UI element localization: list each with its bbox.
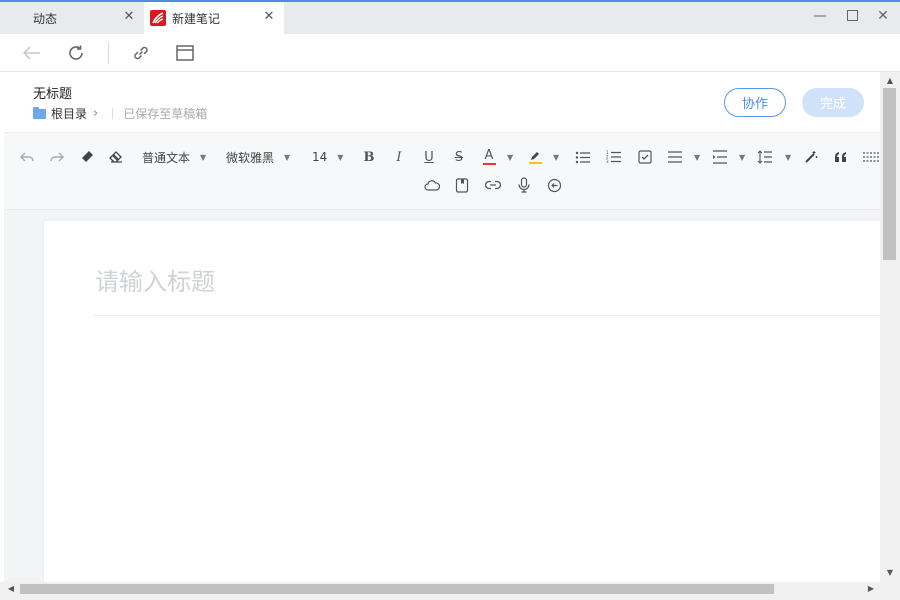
italic-button[interactable]: I <box>390 147 408 167</box>
align-icon[interactable] <box>666 147 684 167</box>
close-window-icon[interactable]: ✕ <box>873 6 893 26</box>
svg-text:3: 3 <box>606 159 609 164</box>
chevron-down-icon[interactable]: ▼ <box>553 153 559 162</box>
hyperlink-icon[interactable] <box>483 175 503 195</box>
strikethrough-button[interactable]: S <box>450 147 468 167</box>
nav-bar <box>0 34 900 72</box>
bold-button[interactable]: B <box>360 147 378 167</box>
chevron-down-icon: ▼ <box>200 152 207 162</box>
notebook-icon[interactable] <box>452 175 472 195</box>
numbered-list-icon[interactable]: 123 <box>605 147 623 167</box>
vertical-scroll-thumb[interactable] <box>883 88 896 260</box>
note-title-input[interactable] <box>95 262 875 302</box>
format-painter-icon[interactable] <box>78 147 96 167</box>
refresh-icon[interactable] <box>65 42 87 64</box>
microphone-icon[interactable] <box>514 175 534 195</box>
bottom-edge <box>0 596 900 600</box>
scroll-right-icon[interactable]: ▶ <box>864 582 878 596</box>
highlight-button[interactable] <box>526 147 544 167</box>
font-family-select[interactable]: 微软雅黑 ▼ <box>226 147 290 167</box>
chevron-down-icon[interactable]: ▼ <box>694 153 700 162</box>
history-icon[interactable] <box>544 175 564 195</box>
folder-name[interactable]: 根目录 <box>51 105 87 122</box>
divider-line-icon[interactable] <box>862 147 880 167</box>
cloud-icon[interactable] <box>422 175 442 195</box>
font-size-select[interactable]: 14 ▼ <box>312 147 343 167</box>
undo-icon[interactable] <box>18 147 36 167</box>
close-icon[interactable]: ✕ <box>122 10 136 24</box>
highlight-swatch <box>528 162 542 164</box>
chevron-right-icon[interactable]: › <box>93 106 98 121</box>
line-height-icon[interactable] <box>756 147 774 167</box>
font-color-swatch <box>482 163 496 165</box>
back-icon[interactable] <box>21 42 43 64</box>
font-color-button[interactable]: A <box>480 147 498 167</box>
bullet-list-icon[interactable] <box>574 147 592 167</box>
note-title: 无标题 <box>33 87 73 102</box>
scroll-left-icon[interactable]: ◀ <box>4 582 18 596</box>
chevron-down-icon[interactable]: ▼ <box>785 153 791 162</box>
tab-activity[interactable]: 动态 ✕ <box>0 2 144 34</box>
maximize-icon[interactable] <box>842 6 862 26</box>
font-size-value: 14 <box>312 150 328 164</box>
tab-label: 动态 <box>33 11 58 26</box>
collaborate-button[interactable]: 协作 <box>724 88 786 117</box>
breadcrumb-divider <box>112 108 114 119</box>
underline-button[interactable]: U <box>420 147 438 167</box>
save-status: 已保存至草稿箱 <box>123 107 208 121</box>
breadcrumb: 根目录 › 已保存至草稿箱 <box>33 105 207 122</box>
format-toolbar: 普通文本 ▼ 微软雅黑 ▼ 14 ▼ B I U S A ▼ ▼ 123 ▼ ▼ ▼ <box>4 132 880 210</box>
chevron-down-icon[interactable]: ▼ <box>739 153 745 162</box>
eraser-icon[interactable] <box>107 147 125 167</box>
font-family-value: 微软雅黑 <box>226 150 275 165</box>
nav-divider <box>108 42 109 64</box>
tab-label: 新建笔记 <box>172 11 221 26</box>
folder-icon <box>33 106 46 119</box>
magic-format-icon[interactable] <box>802 147 820 167</box>
horizontal-scroll-thumb[interactable] <box>20 584 774 594</box>
quote-icon[interactable] <box>832 147 850 167</box>
app-logo-icon <box>150 10 166 26</box>
font-color-glyph: A <box>484 148 494 163</box>
tab-new-note[interactable]: 新建笔记 ✕ <box>144 2 284 34</box>
paragraph-style-value: 普通文本 <box>142 150 191 165</box>
close-icon[interactable]: ✕ <box>262 10 276 24</box>
note-header: 无标题 根目录 › 已保存至草稿箱 协作 完成 <box>0 72 880 132</box>
title-divider <box>93 315 880 316</box>
redo-icon[interactable] <box>48 147 66 167</box>
paragraph-style-select[interactable]: 普通文本 ▼ <box>142 147 206 167</box>
minimize-icon[interactable]: — <box>810 6 830 26</box>
chevron-down-icon[interactable]: ▼ <box>507 153 513 162</box>
tab-bar: 动态 ✕ 新建笔记 ✕ — ✕ <box>0 2 900 34</box>
window-icon[interactable] <box>174 42 196 64</box>
chevron-down-icon: ▼ <box>337 152 344 162</box>
link-icon[interactable] <box>130 42 152 64</box>
indent-icon[interactable] <box>711 147 729 167</box>
scroll-down-icon[interactable]: ▼ <box>880 566 900 580</box>
scroll-up-icon[interactable]: ▲ <box>880 74 900 88</box>
chevron-down-icon: ▼ <box>284 152 291 162</box>
checkbox-list-icon[interactable] <box>636 147 654 167</box>
done-button[interactable]: 完成 <box>802 88 864 117</box>
